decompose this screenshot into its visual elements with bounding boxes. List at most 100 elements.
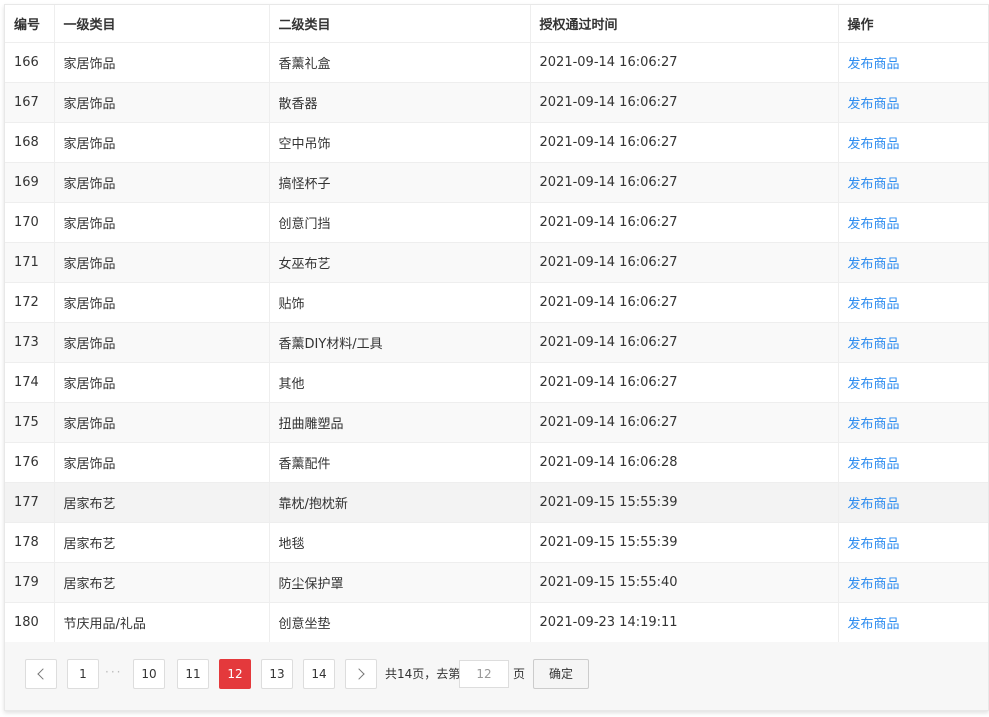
publish-product-link[interactable]: 发布商品 [848,97,900,112]
cell-cat2: 防尘保护罩 [278,576,344,592]
publish-product-link-cell: 发布商品 [838,162,988,203]
cell-cat2: 香薰DIY材料/工具 [278,336,383,352]
cell-cat2: 香薰礼盒 [278,56,331,72]
cell-cat2: 地毯 [278,536,305,552]
publish-product-link[interactable]: 发布商品 [848,457,900,472]
cell-time-cell: 2021-09-14 16:06:28 [530,442,839,483]
cell-time-cell: 2021-09-14 16:06:27 [530,362,839,403]
page-button-1[interactable]: 1 [67,659,99,689]
cell-cat1: 家居饰品 [63,336,116,352]
cell-cat2-cell: 靠枕/抱枕新 [269,482,531,523]
cell-cat2: 其他 [278,376,305,392]
category-table-panel: 编号 一级类目 二级类目 授权通过时间 操作 166 家居饰品 香薰礼盒 2021-0… [4,4,989,711]
page-button-14[interactable]: 14 [303,659,335,689]
cell-id: 178 [14,534,39,550]
publish-product-link[interactable]: 发布商品 [848,297,900,312]
cell-time-cell: 2021-09-15 15:55:39 [530,482,839,523]
page-button-10[interactable]: 10 [133,659,165,689]
publish-product-link[interactable]: 发布商品 [848,377,900,392]
page-button-11[interactable]: 11 [177,659,209,689]
cell-cat1-cell: 家居饰品 [54,122,270,163]
table-row: 175 家居饰品 扭曲雕塑品 2021-09-14 16:06:27 发布商品 [5,402,988,443]
publish-product-link-cell: 发布商品 [838,362,988,403]
cell-cat1-cell: 居家布艺 [54,522,270,563]
cell-cat2-cell: 香薰配件 [269,442,531,483]
publish-product-link[interactable]: 发布商品 [848,417,900,432]
publish-product-link-cell: 发布商品 [838,242,988,283]
cell-cat1: 家居饰品 [63,256,116,272]
cell-cat2: 创意门挡 [278,216,331,232]
cell-time-cell: 2021-09-14 16:06:27 [530,82,839,123]
cell-time-cell: 2021-09-14 16:06:27 [530,162,839,203]
prev-page-button[interactable] [25,659,57,689]
cell-cat2: 香薰配件 [278,456,331,472]
publish-product-link[interactable]: 发布商品 [848,177,900,192]
publish-product-link[interactable]: 发布商品 [848,537,900,552]
publish-product-link[interactable]: 发布商品 [848,217,900,232]
pagination-ellipsis: ··· [105,665,123,679]
cell-cat2-cell: 创意坐垫 [269,602,531,643]
cell-time: 2021-09-15 15:55:39 [539,534,678,550]
goto-page-input[interactable] [459,660,509,688]
publish-product-link-cell: 发布商品 [838,122,988,163]
cell-cat2: 散香器 [278,96,318,112]
cell-time: 2021-09-14 16:06:27 [539,414,678,430]
chevron-right-icon [353,668,365,680]
cell-cat1: 家居饰品 [63,136,116,152]
publish-product-link[interactable]: 发布商品 [848,137,900,152]
publish-product-link[interactable]: 发布商品 [848,337,900,352]
cell-time: 2021-09-14 16:06:27 [539,174,678,190]
table-row: 174 家居饰品 其他 2021-09-14 16:06:27 发布商品 [5,362,988,403]
publish-product-link[interactable]: 发布商品 [848,617,900,632]
cell-time: 2021-09-14 16:06:27 [539,54,678,70]
cell-cat1-cell: 家居饰品 [54,202,270,243]
cell-cat2-cell: 女巫布艺 [269,242,531,283]
header-cat2: 二级类目 [269,5,531,43]
cell-cat1: 节庆用品/礼品 [63,616,146,632]
pagination: 1 ··· 10 11 12 13 14 共14页，去第 页 确定 [5,642,988,710]
cell-cat1-cell: 家居饰品 [54,42,270,83]
cell-time: 2021-09-14 16:06:28 [539,454,678,470]
cell-id-cell: 173 [5,322,55,363]
cell-time-cell: 2021-09-14 16:06:27 [530,242,839,283]
next-page-button[interactable] [345,659,377,689]
cell-id: 168 [14,134,39,150]
cell-time-cell: 2021-09-14 16:06:27 [530,42,839,83]
table-row: 178 居家布艺 地毯 2021-09-15 15:55:39 发布商品 [5,522,988,563]
cell-id-cell: 176 [5,442,55,483]
cell-id: 179 [14,574,39,590]
cell-cat2: 贴饰 [278,296,305,312]
publish-product-link[interactable]: 发布商品 [848,497,900,512]
page-button-13[interactable]: 13 [261,659,293,689]
cell-cat1-cell: 居家布艺 [54,562,270,603]
page-button-12-current[interactable]: 12 [219,659,251,689]
table-row: 167 家居饰品 散香器 2021-09-14 16:06:27 发布商品 [5,82,988,123]
publish-product-link[interactable]: 发布商品 [848,57,900,72]
cell-time-cell: 2021-09-14 16:06:27 [530,282,839,323]
cell-id-cell: 171 [5,242,55,283]
publish-product-link[interactable]: 发布商品 [848,577,900,592]
cell-cat1-cell: 家居饰品 [54,162,270,203]
header-action: 操作 [838,5,988,43]
cell-cat2: 扭曲雕塑品 [278,416,344,432]
cell-cat1: 居家布艺 [63,536,116,552]
cell-cat2-cell: 其他 [269,362,531,403]
table-row: 180 节庆用品/礼品 创意坐垫 2021-09-23 14:19:11 发布商品 [5,602,988,643]
table-row: 179 居家布艺 防尘保护罩 2021-09-15 15:55:40 发布商品 [5,562,988,603]
table-row: 169 家居饰品 搞怪杯子 2021-09-14 16:06:27 发布商品 [5,162,988,203]
confirm-goto-button[interactable]: 确定 [533,659,589,689]
cell-id-cell: 177 [5,482,55,523]
cell-time: 2021-09-14 16:06:27 [539,254,678,270]
cell-cat2-cell: 贴饰 [269,282,531,323]
page-suffix-text: 页 [513,667,526,681]
cell-cat1: 家居饰品 [63,176,116,192]
cell-cat1-cell: 节庆用品/礼品 [54,602,270,643]
cell-cat1-cell: 居家布艺 [54,482,270,523]
cell-time: 2021-09-14 16:06:27 [539,94,678,110]
publish-product-link[interactable]: 发布商品 [848,257,900,272]
publish-product-link-cell: 发布商品 [838,602,988,643]
cell-cat2-cell: 创意门挡 [269,202,531,243]
publish-product-link-cell: 发布商品 [838,562,988,603]
cell-cat2-cell: 香薰DIY材料/工具 [269,322,531,363]
cell-id-cell: 172 [5,282,55,323]
